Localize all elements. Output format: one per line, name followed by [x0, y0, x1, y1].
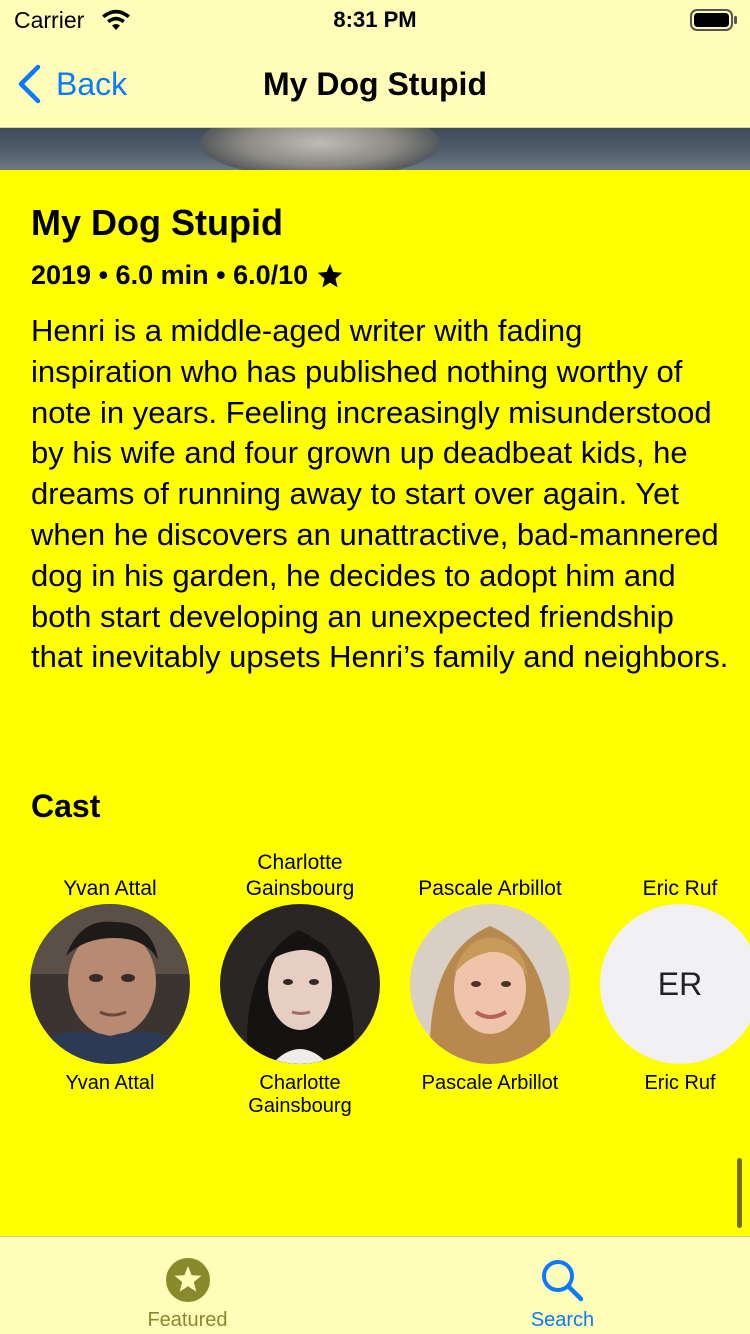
actor-photo-charlotte-gainsbourg	[220, 904, 380, 1064]
actor-photo-pascale-arbillot	[410, 904, 570, 1064]
scroll-indicator[interactable]	[737, 1158, 742, 1228]
navigation-bar: Back My Dog Stupid	[0, 40, 750, 128]
tab-bar: Featured Search	[0, 1236, 750, 1334]
tab-label: Search	[530, 1309, 595, 1331]
cast-name: Pascale Arbillot	[418, 877, 562, 900]
cast-photo-placeholder: ER	[600, 904, 750, 1064]
backdrop-image	[0, 128, 750, 170]
meta-separator: •	[91, 260, 116, 290]
actor-photo-yvan-attal	[30, 904, 190, 1064]
cast-character: Eric Ruf	[644, 1072, 716, 1094]
battery-icon	[690, 9, 737, 31]
movie-rating: 6.0/10	[233, 260, 309, 290]
cast-name: Charlotte Gainsbourg	[245, 851, 355, 900]
meta-separator: •	[208, 260, 234, 290]
movie-detail: My Dog Stupid 2019 • 6.0 min • 6.0/10 He…	[0, 170, 750, 1236]
cast-heading: Cast	[31, 788, 101, 824]
status-bar: Carrier 8:31 PM	[0, 0, 750, 40]
cast-name: Eric Ruf	[642, 877, 718, 900]
backdrop-figure	[200, 128, 440, 170]
cast-photo	[30, 904, 190, 1064]
movie-runtime: 6.0 min	[115, 260, 209, 290]
star-circle-icon	[166, 1258, 210, 1302]
cast-character: Pascale Arbillot	[421, 1072, 559, 1094]
status-time: 8:31 PM	[333, 7, 417, 32]
cast-character: Charlotte Gainsbourg	[248, 1072, 352, 1117]
tab-featured[interactable]: Featured	[0, 1237, 375, 1334]
movie-title: My Dog Stupid	[31, 202, 283, 243]
movie-overview: Henri is a middle-aged writer with fadin…	[31, 313, 729, 675]
cast-character: Yvan Attal	[65, 1072, 155, 1094]
tab-label: Featured	[147, 1309, 228, 1331]
star-icon	[317, 263, 343, 287]
nav-title: My Dog Stupid	[263, 66, 487, 102]
cast-photo	[220, 904, 380, 1064]
magnifier-icon	[542, 1260, 584, 1302]
tab-search[interactable]: Search	[375, 1237, 750, 1334]
cast-initials: ER	[600, 904, 750, 1064]
cast-name: Yvan Attal	[63, 877, 157, 900]
cast-list[interactable]: Yvan Attal Yvan Attal Charlotte Gainsbou…	[0, 850, 750, 1150]
top-chrome: Carrier 8:31 PM Back My Dog Stupid	[0, 0, 750, 128]
movie-meta: 2019 • 6.0 min • 6.0/10	[31, 260, 344, 291]
movie-year: 2019	[31, 260, 92, 290]
cast-photo	[410, 904, 570, 1064]
